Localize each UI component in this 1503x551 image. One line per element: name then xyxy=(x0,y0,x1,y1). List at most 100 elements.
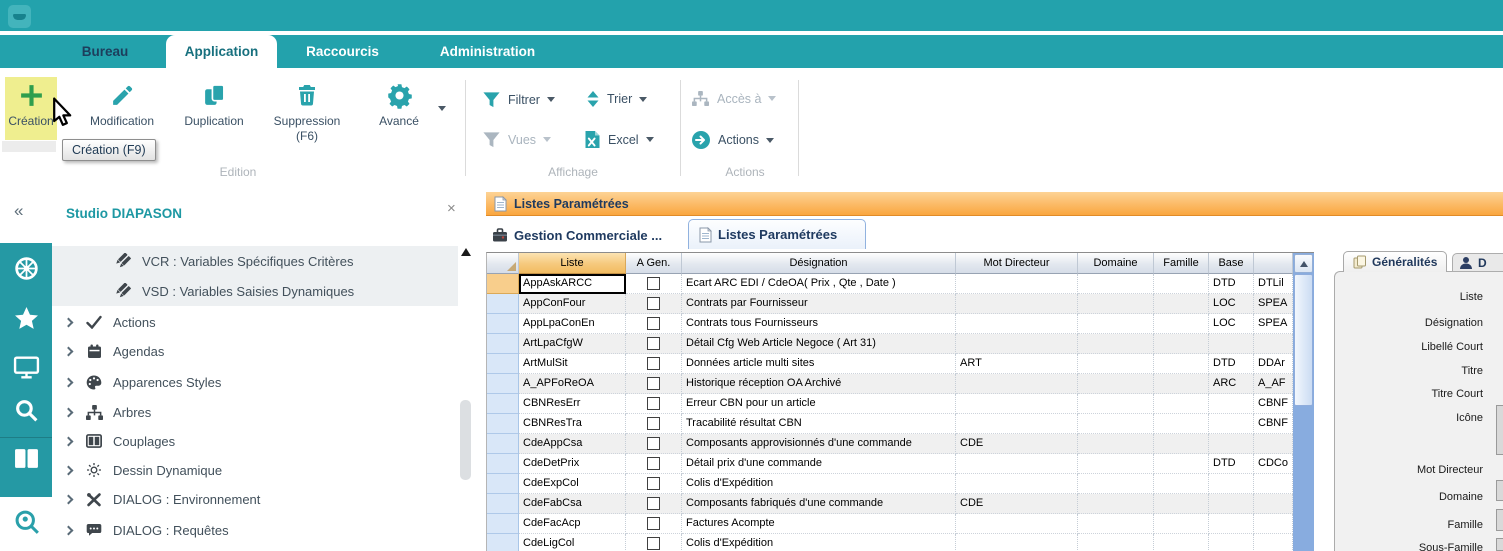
cell-extra[interactable]: SPEA xyxy=(1254,294,1293,314)
row-selector[interactable] xyxy=(487,434,519,454)
wheel-icon[interactable] xyxy=(0,255,52,282)
cell-Désignation[interactable]: Historique réception OA Archivé xyxy=(682,374,956,394)
cell-Désignation[interactable]: Composants approvisionnés d'une commande xyxy=(682,434,956,454)
cell-Famille[interactable] xyxy=(1154,314,1209,334)
cell-A Gen.[interactable] xyxy=(626,494,682,514)
map-search-icon[interactable] xyxy=(13,508,41,541)
cell-extra[interactable]: SPEA xyxy=(1254,314,1293,334)
row-selector[interactable] xyxy=(487,394,519,414)
row-selector[interactable] xyxy=(487,314,519,334)
cell-Désignation[interactable]: Colis d'Expédition xyxy=(682,534,956,551)
cell-A Gen.[interactable] xyxy=(626,394,682,414)
cell-Domaine[interactable] xyxy=(1078,314,1154,334)
cell-A Gen.[interactable] xyxy=(626,534,682,551)
checkbox[interactable] xyxy=(647,517,660,530)
cell-Domaine[interactable] xyxy=(1078,434,1154,454)
cell-extra[interactable]: CBNF xyxy=(1254,414,1293,434)
tree-item[interactable]: DIALOG : Environnement xyxy=(52,484,458,514)
cell-Famille[interactable] xyxy=(1154,354,1209,374)
row-selector[interactable] xyxy=(487,414,519,434)
tab-second[interactable]: D xyxy=(1452,253,1503,272)
tree-item[interactable]: VSD : Variables Saisies Dynamiques xyxy=(52,276,458,306)
creation-button[interactable]: Création xyxy=(5,77,57,140)
cell-A Gen.[interactable] xyxy=(626,294,682,314)
star-icon[interactable] xyxy=(0,305,52,332)
cell-Domaine[interactable] xyxy=(1078,294,1154,314)
cell-Base[interactable]: LOC xyxy=(1209,294,1254,314)
tab-raccourcis[interactable]: Raccourcis xyxy=(285,35,400,68)
cell-Liste[interactable]: CdeAppCsa xyxy=(519,434,626,454)
cell-Domaine[interactable] xyxy=(1078,354,1154,374)
cell-Domaine[interactable] xyxy=(1078,274,1154,294)
tree-item[interactable]: DIALOG : Requêtes xyxy=(52,515,458,545)
trier-button[interactable]: Trier xyxy=(586,90,647,108)
column-header-Mot Directeur[interactable]: Mot Directeur xyxy=(956,253,1078,274)
column-header-corner[interactable] xyxy=(1254,253,1293,274)
tree-item[interactable]: Actions xyxy=(52,307,458,337)
cell-Base[interactable] xyxy=(1209,334,1254,354)
checkbox[interactable] xyxy=(647,477,660,490)
tree-scrollbar-thumb[interactable] xyxy=(460,400,471,480)
cell-Base[interactable] xyxy=(1209,394,1254,414)
cell-Base[interactable] xyxy=(1209,474,1254,494)
cell-A Gen.[interactable] xyxy=(626,274,682,294)
checkbox[interactable] xyxy=(647,297,660,310)
app-logo-icon[interactable] xyxy=(8,5,31,28)
chevron-down-icon[interactable] xyxy=(766,138,774,143)
cell-extra[interactable] xyxy=(1254,474,1293,494)
checkbox[interactable] xyxy=(647,357,660,370)
cell-Base[interactable]: ARC xyxy=(1209,374,1254,394)
scroll-up-button[interactable] xyxy=(1294,254,1313,273)
duplication-button[interactable]: Duplication xyxy=(172,77,256,128)
cell-Domaine[interactable] xyxy=(1078,494,1154,514)
tab-generalites[interactable]: Généralités xyxy=(1343,251,1447,272)
cell-Famille[interactable] xyxy=(1154,414,1209,434)
filtrer-button[interactable]: Filtrer xyxy=(482,90,555,109)
row-selector[interactable] xyxy=(487,274,519,294)
avance-dropdown-icon[interactable] xyxy=(438,106,446,111)
cell-A Gen.[interactable] xyxy=(626,474,682,494)
cell-Désignation[interactable]: Erreur CBN pour un article xyxy=(682,394,956,414)
cell-Base[interactable] xyxy=(1209,534,1254,551)
cell-Mot Directeur[interactable] xyxy=(956,454,1078,474)
sidebar-close-button[interactable]: × xyxy=(447,200,456,217)
checkbox[interactable] xyxy=(647,317,660,330)
cell-Mot Directeur[interactable] xyxy=(956,474,1078,494)
cell-Liste[interactable]: CBNResErr xyxy=(519,394,626,414)
search-icon[interactable] xyxy=(0,398,52,423)
row-selector[interactable] xyxy=(487,514,519,534)
cell-extra[interactable]: CBNF xyxy=(1254,394,1293,414)
checkbox[interactable] xyxy=(647,537,660,550)
row-selector[interactable] xyxy=(487,494,519,514)
excel-button[interactable]: Excel xyxy=(584,130,654,149)
checkbox[interactable] xyxy=(647,397,660,410)
cell-Liste[interactable]: CdeFacAcp xyxy=(519,514,626,534)
checkbox[interactable] xyxy=(647,417,660,430)
cell-extra[interactable]: DTLil xyxy=(1254,274,1293,294)
cell-Domaine[interactable] xyxy=(1078,514,1154,534)
cell-Mot Directeur[interactable] xyxy=(956,294,1078,314)
cell-Mot Directeur[interactable] xyxy=(956,314,1078,334)
cell-extra[interactable] xyxy=(1254,334,1293,354)
cell-Liste[interactable]: AppAskARCC xyxy=(519,274,626,294)
cell-Mot Directeur[interactable]: CDE xyxy=(956,494,1078,514)
cell-extra[interactable]: A_AF xyxy=(1254,374,1293,394)
cell-Liste[interactable]: CdeFabCsa xyxy=(519,494,626,514)
column-header-Domaine[interactable]: Domaine xyxy=(1078,253,1154,274)
sidebar-collapse-button[interactable]: « xyxy=(14,201,23,221)
tree-item[interactable]: Arbres xyxy=(52,397,458,427)
column-header-Base[interactable]: Base xyxy=(1209,253,1254,274)
modification-button[interactable]: Modification xyxy=(74,77,170,128)
cell-Famille[interactable] xyxy=(1154,474,1209,494)
cell-Domaine[interactable] xyxy=(1078,454,1154,474)
cell-Famille[interactable] xyxy=(1154,394,1209,414)
cell-A Gen.[interactable] xyxy=(626,314,682,334)
field-edge[interactable] xyxy=(1496,480,1503,501)
field-edge[interactable] xyxy=(1496,405,1503,455)
tree-scroll-up-icon[interactable] xyxy=(461,248,471,256)
cell-Liste[interactable]: ArtLpaCfgW xyxy=(519,334,626,354)
cell-extra[interactable]: DDAr xyxy=(1254,354,1293,374)
cell-Désignation[interactable]: Détail prix d'une commande xyxy=(682,454,956,474)
cell-Liste[interactable]: AppConFour xyxy=(519,294,626,314)
row-selector[interactable] xyxy=(487,354,519,374)
